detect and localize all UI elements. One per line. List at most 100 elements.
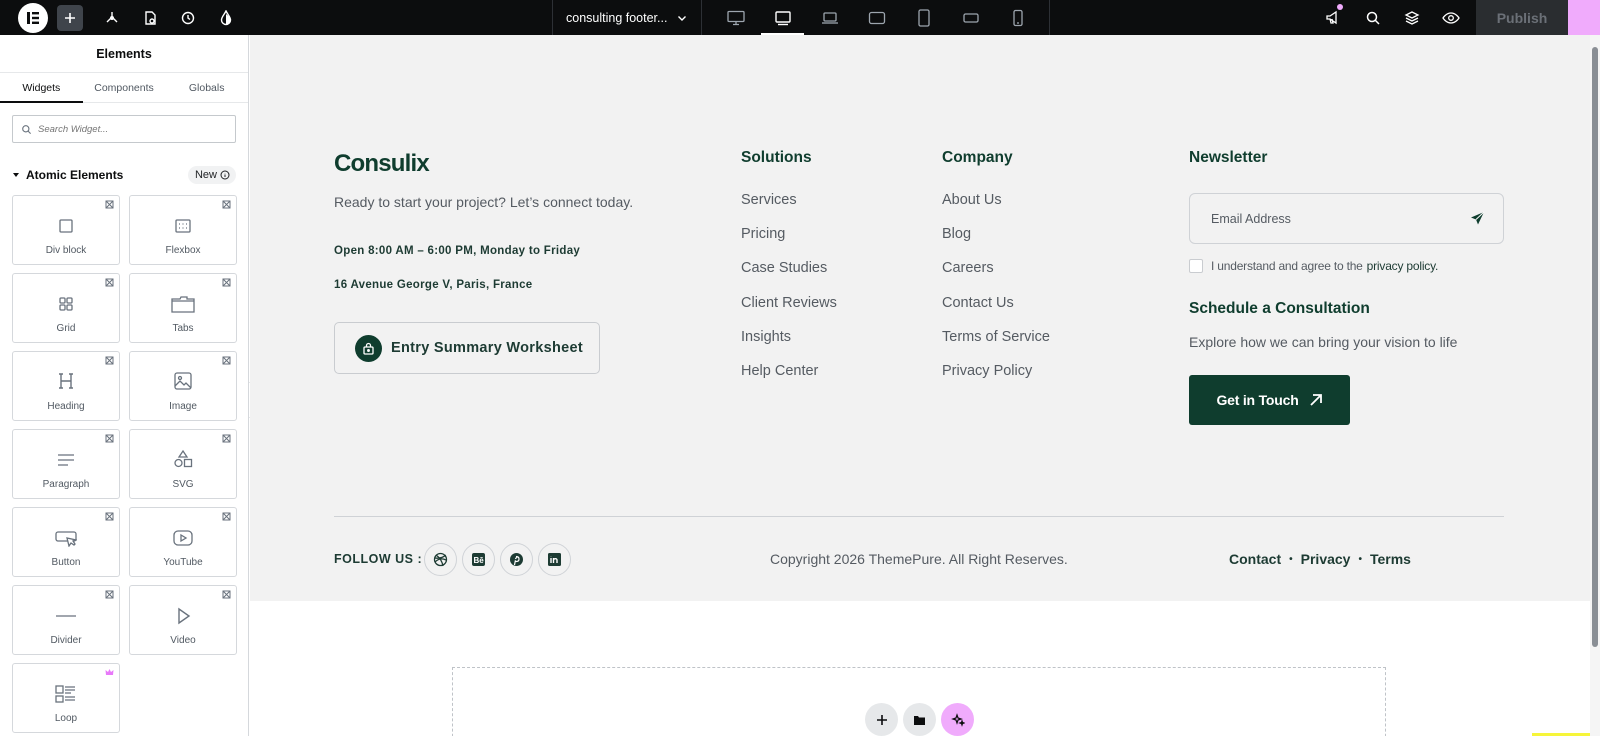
brand-logo[interactable]: Consulix (334, 150, 430, 178)
footer-link-client-reviews[interactable]: Client Reviews (741, 295, 837, 329)
dribbble-link[interactable] (424, 543, 457, 576)
crown-icon (105, 669, 114, 675)
ai-generate-button[interactable] (941, 703, 974, 736)
footer-link-insights[interactable]: Insights (741, 329, 837, 363)
device-desktop-button[interactable] (712, 0, 759, 35)
widget-loop[interactable]: Loop (12, 663, 120, 733)
plus-icon (876, 714, 887, 725)
send-icon[interactable] (1470, 211, 1485, 226)
structure-button[interactable] (1392, 0, 1431, 35)
footer-section[interactable]: Consulix Ready to start your project? Le… (250, 35, 1590, 601)
publish-options-button[interactable] (1568, 0, 1600, 35)
add-template-button[interactable] (903, 703, 936, 736)
legal-link-privacy[interactable]: Privacy (1301, 551, 1351, 567)
svg-text:Bē: Bē (474, 556, 485, 565)
device-mobile-landscape-button[interactable] (947, 0, 994, 35)
footer-link-terms-of-service[interactable]: Terms of Service (942, 329, 1050, 363)
paragraph-icon (58, 454, 74, 466)
widget-video[interactable]: Video (129, 585, 237, 655)
toolbar-divider (701, 0, 702, 35)
search-icon (22, 124, 32, 134)
copyright-text: Copyright 2026 ThemePure. All Right Rese… (770, 551, 1068, 567)
canvas-scrollbar[interactable] (1590, 35, 1600, 736)
legal-links: Contact • Privacy • Terms (1229, 551, 1411, 567)
company-heading: Company (942, 149, 1013, 166)
publish-button[interactable]: Publish (1476, 0, 1568, 35)
footer-link-careers[interactable]: Careers (942, 260, 1050, 294)
button-icon (55, 531, 77, 547)
atomic-badge-icon (222, 200, 231, 209)
atomic-elements-section-header[interactable]: Atomic Elements New (12, 165, 236, 185)
device-tablet-button[interactable] (900, 0, 947, 35)
add-element-button[interactable] (57, 4, 83, 31)
tabs-icon (171, 296, 195, 313)
device-laptop-button[interactable] (806, 0, 853, 35)
footer-link-pricing[interactable]: Pricing (741, 226, 837, 260)
widget-heading[interactable]: Heading (12, 351, 120, 421)
footer-link-privacy-policy[interactable]: Privacy Policy (942, 363, 1050, 397)
footer-link-blog[interactable]: Blog (942, 226, 1050, 260)
device-widescreen-button[interactable] (853, 0, 900, 35)
widget-label: Heading (47, 401, 85, 412)
widget-divider[interactable]: Divider (12, 585, 120, 655)
document-title-dropdown[interactable]: consulting footer... (552, 0, 702, 35)
widget-youtube[interactable]: YouTube (129, 507, 237, 577)
device-mobile-button[interactable] (994, 0, 1041, 35)
droplet-icon (220, 9, 232, 25)
lock-bag-icon (363, 342, 374, 355)
widget-paragraph[interactable]: Paragraph (12, 429, 120, 499)
widget-flexbox[interactable]: Flexbox (129, 195, 237, 265)
device-tablet-landscape-button[interactable] (759, 0, 806, 35)
tab-widgets[interactable]: Widgets (0, 73, 83, 103)
widget-svg[interactable]: SVG (129, 429, 237, 499)
history-icon (181, 11, 195, 24)
footer-link-help-center[interactable]: Help Center (741, 363, 837, 397)
office-address: 16 Avenue George V, Paris, France (334, 279, 533, 291)
site-settings-button[interactable] (93, 0, 131, 35)
mobile-icon (1012, 9, 1023, 26)
footer-link-case-studies[interactable]: Case Studies (741, 260, 837, 294)
new-badge: New (187, 166, 236, 184)
entry-summary-worksheet-button[interactable]: Entry Summary Worksheet (334, 322, 600, 374)
widget-tabs[interactable]: Tabs (129, 273, 237, 343)
linkedin-link[interactable] (538, 543, 571, 576)
tablet-landscape-icon (774, 10, 791, 25)
page-settings-button[interactable] (131, 0, 169, 35)
megaphone-icon (1326, 10, 1337, 25)
widget-label: Button (51, 557, 81, 568)
widget-image[interactable]: Image (129, 351, 237, 421)
widescreen-icon (868, 11, 885, 24)
follow-us-label: FOLLOW US : (334, 552, 423, 566)
history-button[interactable] (169, 0, 207, 35)
widget-label: Grid (56, 323, 76, 334)
privacy-policy-link[interactable]: privacy policy. (1367, 259, 1439, 273)
atomic-badge-icon (105, 590, 114, 599)
preview-button[interactable] (1431, 0, 1470, 35)
theme-style-button[interactable] (207, 0, 245, 35)
pinterest-link[interactable] (500, 543, 533, 576)
legal-link-contact[interactable]: Contact (1229, 551, 1281, 567)
legal-link-terms[interactable]: Terms (1370, 551, 1411, 567)
search-widget-input[interactable] (38, 123, 218, 135)
structure-icon (106, 11, 118, 22)
tab-components[interactable]: Components (83, 73, 166, 102)
search-button[interactable] (1353, 0, 1392, 35)
privacy-consent-checkbox[interactable] (1189, 259, 1203, 273)
footer-link-contact-us[interactable]: Contact Us (942, 295, 1050, 329)
schedule-heading: Schedule a Consultation (1189, 300, 1370, 317)
footer-link-services[interactable]: Services (741, 192, 837, 226)
elementor-logo-button[interactable] (18, 2, 48, 33)
footer-link-about-us[interactable]: About Us (942, 192, 1050, 226)
behance-link[interactable]: Bē (462, 543, 495, 576)
add-section-button[interactable] (865, 703, 898, 736)
scrollbar-thumb[interactable] (1592, 47, 1598, 647)
new-badge-label: New (194, 169, 217, 181)
widget-grid[interactable]: Grid (12, 273, 120, 343)
notifications-button[interactable] (1314, 0, 1353, 35)
tab-globals[interactable]: Globals (165, 73, 248, 102)
get-in-touch-button[interactable]: Get in Touch (1189, 375, 1350, 425)
widget-div-block[interactable]: Div block (12, 195, 120, 265)
widget-button[interactable]: Button (12, 507, 120, 577)
newsletter-email-field[interactable]: Email Address (1189, 193, 1504, 244)
div-block-icon (59, 219, 73, 233)
